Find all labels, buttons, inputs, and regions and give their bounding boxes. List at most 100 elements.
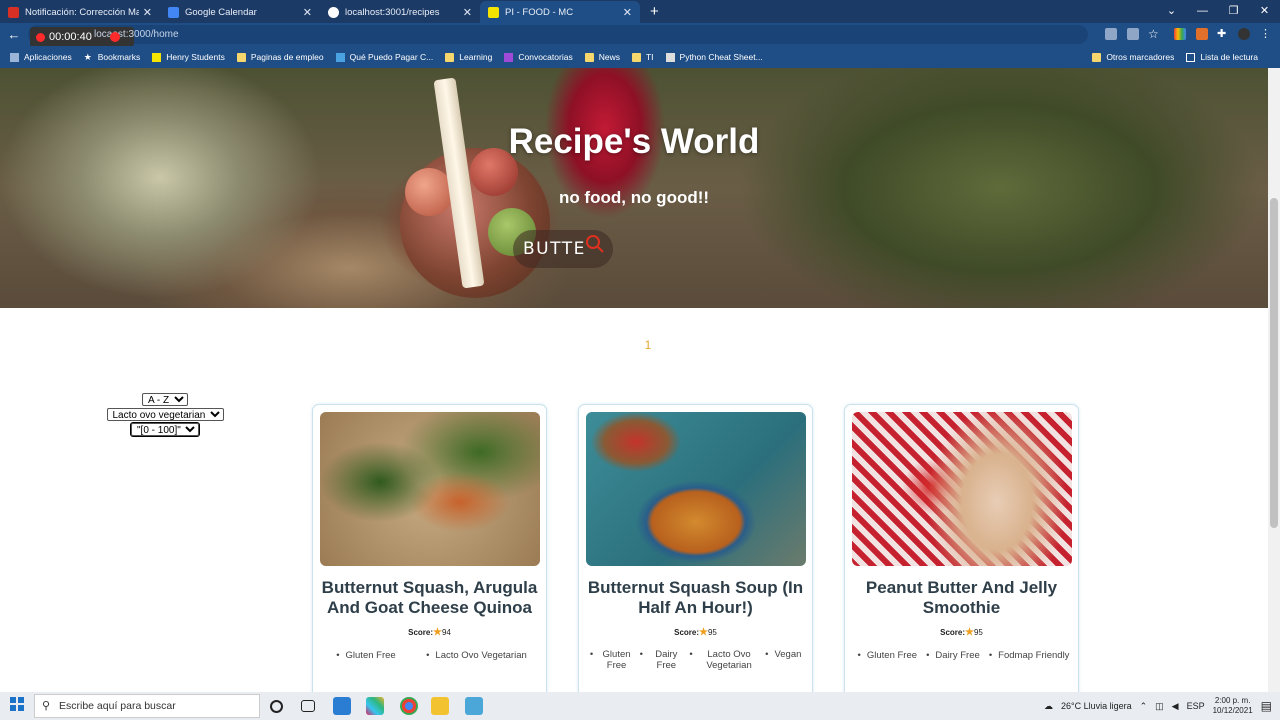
file-explorer-icon[interactable] [431,697,449,715]
chrome-icon[interactable] [400,697,418,715]
bookmark-label: Convocatorias [518,52,573,62]
star-icon[interactable]: ☆ [1148,28,1160,40]
bookmark-label: Qué Puedo Pagar C... [349,52,434,62]
bookmark-paginas-empleo[interactable]: Paginas de empleo [236,52,324,62]
windows-taskbar: ⚲ Escribe aquí para buscar ☁ 26°C Lluvia… [0,692,1280,720]
app-icon[interactable] [465,697,483,715]
diet-item: Gluten Free [590,649,634,671]
bookmark-label: Lista de lectura [1200,52,1258,62]
diet-select[interactable]: Lacto ovo vegetarian [106,408,224,421]
bookmark-label: Python Cheat Sheet... [679,52,763,62]
tab-pi-food[interactable]: PI - FOOD - MC ✕ [480,1,640,23]
recipe-card[interactable]: Butternut Squash, Arugula And Goat Chees… [312,404,547,704]
score-value: 95 [707,628,717,637]
share-icon[interactable] [1127,28,1139,40]
windows-start-button[interactable] [0,696,34,716]
language-indicator[interactable]: ESP [1187,701,1205,711]
close-icon[interactable]: ✕ [143,6,152,19]
network-icon[interactable]: ◫ [1155,701,1164,712]
recipe-score: Score:★95 [845,627,1078,638]
diet-item: Gluten Free [336,650,396,661]
score-label: Score: [408,628,434,637]
close-icon[interactable]: ✕ [463,6,472,19]
recorder-time: 00:00:40 [49,31,92,43]
document-icon [665,52,675,62]
recipe-card[interactable]: Butternut Squash Soup (In Half An Hour!)… [578,404,813,704]
chevron-up-icon[interactable]: ⌃ [1140,701,1148,712]
new-tab-button[interactable]: + [640,1,669,23]
score-value: 95 [973,628,983,637]
translate-icon[interactable] [1105,28,1117,40]
page-scrollbar[interactable] [1268,68,1280,692]
chevron-down-icon[interactable]: ⌄ [1156,0,1187,22]
puzzle-icon[interactable]: ✚ [1217,28,1229,40]
bookmark-henry-students[interactable]: Henry Students [152,52,225,62]
bookmark-bookmarks[interactable]: ★ Bookmarks [84,52,141,62]
weather-text[interactable]: 26°C Lluvia ligera [1061,701,1132,711]
weather-icon: ☁ [1043,700,1053,711]
extension-colors-icon[interactable] [1174,28,1186,40]
minimize-button[interactable]: — [1187,0,1218,22]
page-title: Recipe's World [508,122,760,161]
clock-date: 10/12/2021 [1212,706,1253,715]
tab-gmail[interactable]: Notificación: Corrección Mateo C ✕ [0,1,160,23]
folder-icon [236,52,246,62]
reading-list-icon [1186,52,1196,62]
back-arrow-icon[interactable]: ← [0,27,28,42]
close-icon[interactable]: ✕ [303,6,312,19]
reading-list[interactable]: Lista de lectura [1186,52,1258,62]
close-icon[interactable]: ✕ [623,6,632,19]
url-text[interactable]: locaost:3000/home [94,29,179,40]
task-view-icon[interactable] [301,700,315,712]
restore-button[interactable]: ❐ [1218,0,1249,22]
bookmark-label: Bookmarks [97,52,141,62]
bookmark-label: Learning [459,52,493,62]
link-icon [335,52,345,62]
address-bar: ← [0,23,1280,46]
star-icon: ★ [83,51,92,62]
bookmark-news[interactable]: News [584,52,620,62]
bookmark-convocatorias[interactable]: Convocatorias [504,52,573,62]
extension-fox-icon[interactable] [1196,28,1208,40]
tab-google-calendar[interactable]: Google Calendar ✕ [160,1,320,23]
omnibox[interactable] [28,25,1088,44]
bookmark-ti[interactable]: TI [631,52,654,62]
kebab-menu-icon[interactable]: ⋮ [1260,28,1272,40]
avatar[interactable] [1238,28,1250,40]
diet-list: Gluten Free Lacto Ovo Vegetarian [321,650,542,661]
tab-localhost-recipes[interactable]: localhost:3001/recipes ✕ [320,1,480,23]
cortana-icon[interactable] [270,700,283,713]
bookmark-label: Henry Students [166,52,225,62]
bookmark-que-puedo-pagar[interactable]: Qué Puedo Pagar C... [335,52,434,62]
score-range-select[interactable]: "[0 - 100]" [130,422,200,437]
bookmark-python-cheat-sheet[interactable]: Python Cheat Sheet... [665,52,763,62]
volume-icon[interactable]: ◀ [1172,701,1179,712]
record-icon [36,32,45,42]
recipe-image [320,412,540,566]
bookmark-otros-marcadores[interactable]: Otros marcadores [1092,52,1174,62]
diet-item: Gluten Free [858,650,917,661]
slack-icon[interactable] [366,697,384,715]
bookmark-learning[interactable]: Learning [445,52,492,62]
notifications-icon[interactable]: ▤ [1261,699,1272,713]
diet-item: Vegan [765,649,805,671]
clock[interactable]: 2:00 p. m. 10/12/2021 [1213,696,1253,716]
url-rest: ost:3000/home [112,29,179,40]
recipe-title: Peanut Butter And Jelly Smoothie [865,578,1058,617]
taskbar-search-placeholder: Escribe aquí para buscar [59,700,176,712]
taskbar-search-input[interactable]: ⚲ Escribe aquí para buscar [34,694,260,718]
recipe-score: Score:★94 [313,627,546,638]
recipe-card[interactable]: Peanut Butter And Jelly Smoothie Score:★… [844,404,1079,704]
recipe-image [852,412,1072,566]
bookmark-aplicaciones[interactable]: Aplicaciones [10,52,72,62]
close-window-button[interactable]: ✕ [1249,0,1280,22]
pagination-page-1[interactable]: 1 [640,338,656,352]
search-icon[interactable] [585,234,605,254]
system-tray: ☁ 26°C Lluvia ligera ⌃ ◫ ◀ ESP 2:00 p. m… [1044,692,1272,720]
henry-icon [152,52,162,62]
order-select[interactable]: A - Z [142,393,188,406]
bookmark-label: TI [645,52,654,62]
scrollbar-thumb[interactable] [1270,198,1278,528]
vscode-icon[interactable] [333,697,351,715]
bookmarks-right: Otros marcadores Lista de lectura [1092,46,1270,68]
